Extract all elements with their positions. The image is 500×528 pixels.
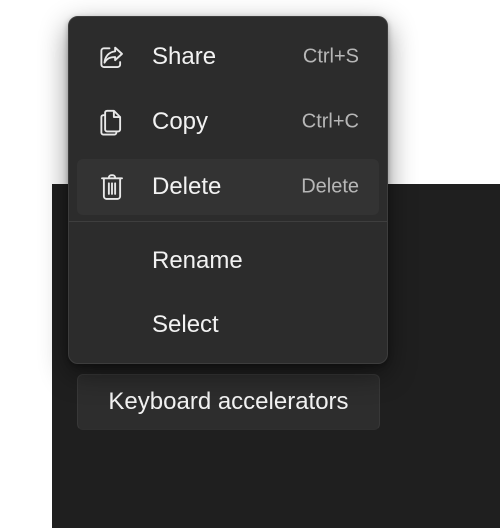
delete-icon	[97, 172, 127, 202]
copy-icon	[97, 107, 127, 137]
menu-item-shortcut: Delete	[301, 175, 359, 198]
menu-item-select[interactable]: Select	[77, 297, 379, 353]
menu-item-label: Copy	[152, 108, 209, 135]
menu-separator	[69, 221, 387, 222]
menu-item-shortcut: Ctrl+C	[301, 110, 359, 133]
menu-item-label: Share	[152, 43, 217, 70]
menu-item-share[interactable]: Share Ctrl+S	[77, 29, 379, 85]
context-menu: Share Ctrl+S Copy Ctrl+C Delete Delete R…	[68, 16, 388, 364]
share-icon	[97, 42, 127, 72]
menu-item-rename[interactable]: Rename	[77, 233, 379, 289]
menu-item-delete[interactable]: Delete Delete	[77, 159, 379, 215]
menu-item-shortcut: Ctrl+S	[302, 45, 359, 68]
menu-item-label: Delete	[152, 173, 222, 200]
menu-item-label: Rename	[152, 247, 243, 274]
keyboard-accelerators-button[interactable]: Keyboard accelerators	[77, 374, 380, 430]
stage: Keyboard accelerators Share Ctrl+S Copy	[0, 0, 500, 528]
menu-item-label: Select	[152, 311, 219, 338]
menu-item-copy[interactable]: Copy Ctrl+C	[77, 94, 379, 150]
